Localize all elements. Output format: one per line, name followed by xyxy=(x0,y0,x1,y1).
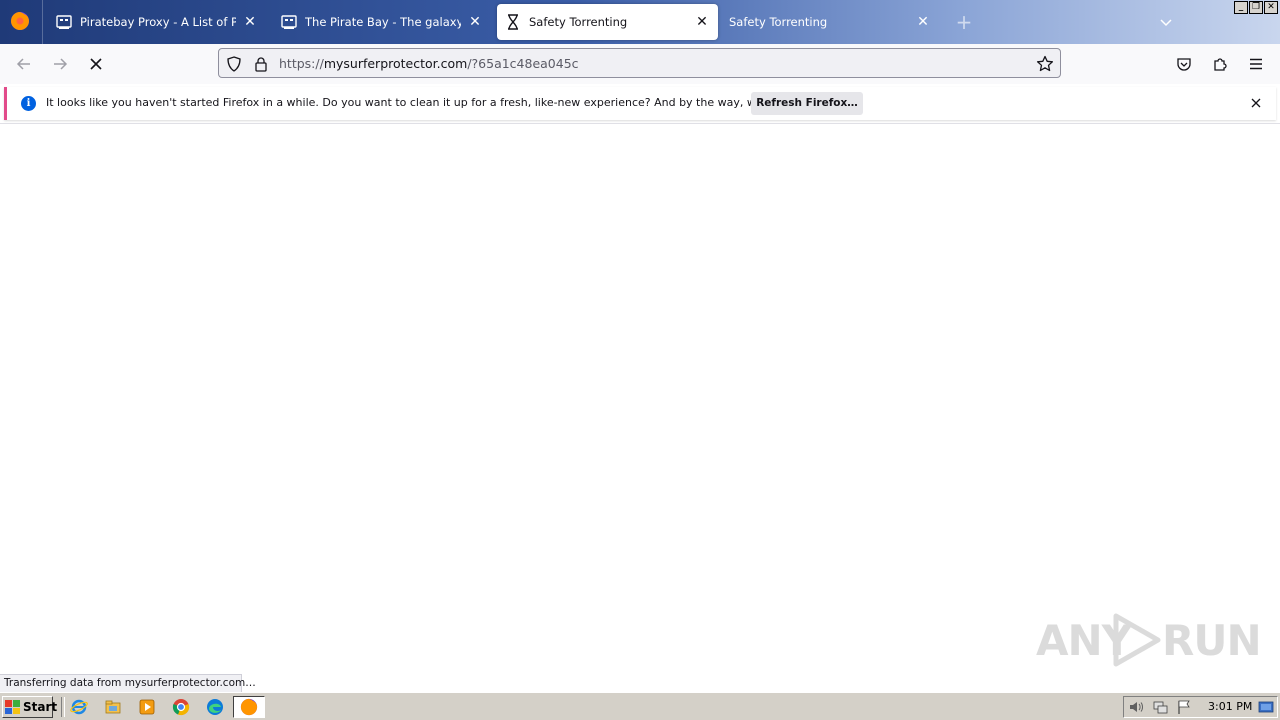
url-host: mysurferprotector.com xyxy=(323,56,468,71)
close-icon[interactable]: ✕ xyxy=(242,14,258,30)
notification-message: It looks like you haven't started Firefo… xyxy=(46,96,830,109)
url-scheme: https:// xyxy=(279,56,324,71)
tab-safety-torrenting-active[interactable]: Safety Torrenting ✕ xyxy=(497,4,718,40)
stop-loading-icon[interactable] xyxy=(86,54,106,74)
extensions-puzzle-icon[interactable] xyxy=(1210,54,1230,74)
taskbar: Start 3:01 PM xyxy=(0,692,1280,720)
internet-explorer-icon[interactable] xyxy=(70,698,88,716)
close-icon[interactable] xyxy=(1250,97,1262,109)
show-desktop-icon[interactable] xyxy=(1258,699,1274,715)
tab-safety-torrenting[interactable]: Safety Torrenting ✕ xyxy=(721,4,939,40)
back-arrow-icon[interactable] xyxy=(14,54,34,74)
file-explorer-icon[interactable] xyxy=(104,698,122,716)
volume-icon[interactable] xyxy=(1128,699,1144,715)
tab-title: The Pirate Bay - The galaxy's most xyxy=(305,15,461,29)
chevron-down-icon[interactable] xyxy=(1158,14,1174,30)
pirate-ship-icon xyxy=(56,14,72,30)
close-icon[interactable]: ✕ xyxy=(467,14,483,30)
restore-icon[interactable]: ❐ xyxy=(1249,1,1263,14)
network-icon[interactable] xyxy=(1152,699,1168,715)
clock: 3:01 PM xyxy=(1208,700,1253,713)
watermark-right: RUN xyxy=(1162,616,1262,665)
refresh-firefox-button[interactable]: Refresh Firefox… xyxy=(751,92,863,115)
edge-icon[interactable] xyxy=(206,698,224,716)
lock-icon[interactable] xyxy=(252,55,270,73)
hamburger-menu-icon[interactable] xyxy=(1246,54,1266,74)
start-button[interactable]: Start xyxy=(2,696,57,718)
firefox-menu-icon[interactable] xyxy=(10,11,30,31)
tab-strip: Piratebay Proxy - A List of Pirate B ✕ T… xyxy=(0,0,1280,44)
tab-the-pirate-bay[interactable]: The Pirate Bay - The galaxy's most ✕ xyxy=(273,4,491,40)
tab-title: Safety Torrenting xyxy=(529,15,628,29)
play-logo-icon xyxy=(1113,613,1161,667)
forward-arrow-icon[interactable] xyxy=(50,54,70,74)
bookmark-star-icon[interactable] xyxy=(1036,55,1054,73)
minimize-icon[interactable]: _ xyxy=(1234,1,1248,14)
tab-title: Piratebay Proxy - A List of Pirate B xyxy=(80,15,236,29)
start-label: Start xyxy=(23,700,58,714)
navigation-toolbar: https://mysurferprotector.com/?65a1c48ea… xyxy=(0,44,1280,84)
url-path: /?65a1c48ea045c xyxy=(467,56,579,71)
pocket-icon[interactable] xyxy=(1174,54,1194,74)
refresh-firefox-notification: i It looks like you haven't started Fire… xyxy=(4,87,1276,120)
firefox-icon xyxy=(240,698,258,716)
windows-logo-icon xyxy=(5,700,20,714)
window-controls: _ ❐ ✕ xyxy=(1234,1,1278,14)
pirate-ship-icon xyxy=(281,14,297,30)
close-window-icon[interactable]: ✕ xyxy=(1264,1,1278,14)
tab-separator xyxy=(42,0,43,44)
new-tab-plus-icon[interactable]: + xyxy=(954,12,974,32)
close-icon[interactable]: ✕ xyxy=(694,14,710,30)
tab-title: Safety Torrenting xyxy=(729,15,828,29)
system-tray: 3:01 PM xyxy=(1123,696,1278,718)
action-center-flag-icon[interactable] xyxy=(1176,699,1192,715)
hourglass-loading-icon xyxy=(505,14,521,30)
taskbar-separator xyxy=(61,697,65,717)
media-player-icon[interactable] xyxy=(138,698,156,716)
info-icon: i xyxy=(21,96,36,111)
firefox-taskbar-button[interactable] xyxy=(233,696,265,718)
close-icon[interactable]: ✕ xyxy=(915,14,931,30)
anyrun-watermark: ANY RUN xyxy=(1036,606,1262,672)
url-text: https://mysurferprotector.com/?65a1c48ea… xyxy=(279,56,579,71)
tracking-protection-shield-icon[interactable] xyxy=(225,55,243,73)
status-panel: Transferring data from mysurferprotector… xyxy=(0,674,256,692)
chrome-icon[interactable] xyxy=(172,698,190,716)
tab-piratebay-proxy[interactable]: Piratebay Proxy - A List of Pirate B ✕ xyxy=(48,4,266,40)
address-bar[interactable]: https://mysurferprotector.com/?65a1c48ea… xyxy=(218,48,1061,78)
